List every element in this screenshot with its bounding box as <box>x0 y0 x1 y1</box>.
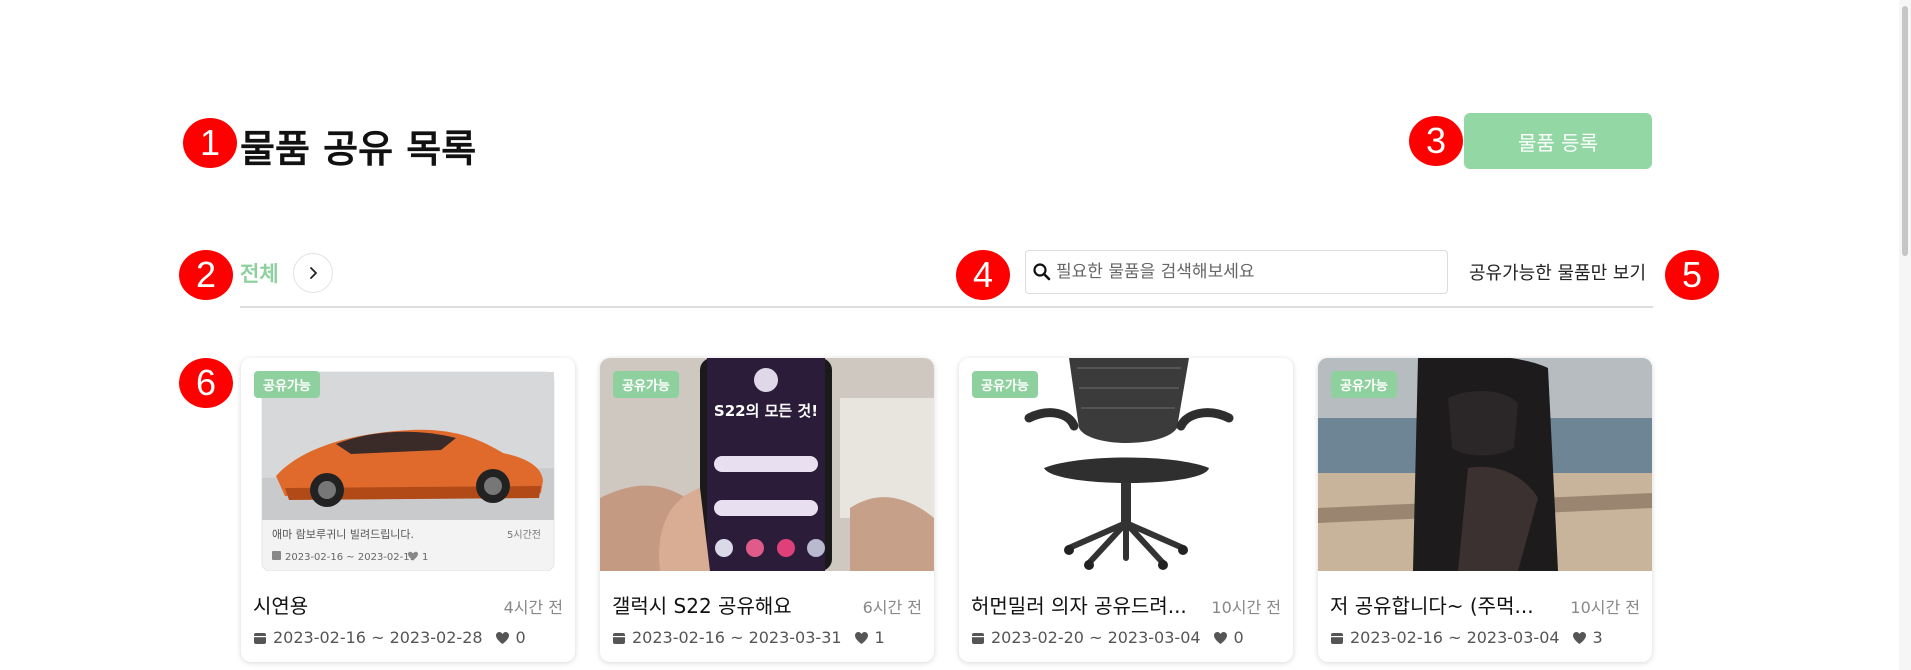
available-only-toggle[interactable]: 공유가능한 물품만 보기 <box>1469 259 1646 285</box>
item-time: 10시간 전 <box>1211 598 1281 617</box>
annotation-marker-6: 6 <box>179 358 233 408</box>
item-time: 10시간 전 <box>1570 598 1640 617</box>
item-image: 공유가능 S22의 모든 것! <box>600 358 934 571</box>
calendar-icon <box>253 631 267 645</box>
calendar-icon <box>1330 631 1344 645</box>
inner-time: 5시간전 <box>507 529 541 541</box>
annotation-marker-4: 4 <box>956 250 1010 300</box>
item-period: 2023-02-16 ~ 2023-02-28 <box>273 628 483 647</box>
item-image: 공유가능 <box>1318 358 1652 571</box>
item-title: 저 공유합니다~ (주먹... <box>1330 594 1534 618</box>
item-period: 2023-02-20 ~ 2023-03-04 <box>991 628 1201 647</box>
annotation-marker-5: 5 <box>1665 250 1719 300</box>
item-likes: 0 <box>1233 628 1244 647</box>
search-input[interactable] <box>1052 251 1447 293</box>
item-card[interactable]: 공유가능 애마 람보루귀니 빌려드립니다. 5시간전 2023-02-16 ~ … <box>241 358 575 662</box>
item-likes: 0 <box>515 628 526 647</box>
annotation-marker-1: 1 <box>183 118 237 168</box>
heart-icon <box>1572 631 1587 645</box>
inner-likes: 1 <box>422 552 428 563</box>
page-title: 물품 공유 목록 <box>240 127 477 171</box>
item-title: 시연용 <box>253 594 309 618</box>
register-item-button[interactable]: 물품 등록 <box>1464 113 1652 169</box>
filter-divider <box>240 306 1653 308</box>
heart-icon <box>1213 631 1228 645</box>
inner-period: 2023-02-16 ~ 2023-02-19 <box>285 552 416 563</box>
item-image: 공유가능 <box>959 358 1293 571</box>
item-title: 허먼밀러 의자 공유드려... <box>971 594 1187 618</box>
item-likes: 1 <box>874 628 885 647</box>
page-scrollbar[interactable] <box>1899 0 1911 670</box>
item-time: 4시간 전 <box>503 598 563 617</box>
item-image: 공유가능 애마 람보루귀니 빌려드립니다. 5시간전 2023-02-16 ~ … <box>241 358 575 571</box>
scrollbar-thumb[interactable] <box>1902 6 1908 256</box>
heart-icon <box>854 631 869 645</box>
item-card[interactable]: 공유가능 S22의 모든 것! 갤럭시 S22 공유해요 6시간 전 2023-… <box>600 358 934 662</box>
item-title: 갤럭시 S22 공유해요 <box>612 594 792 618</box>
search-box[interactable] <box>1025 250 1448 294</box>
chevron-right-icon <box>309 267 317 279</box>
calendar-icon <box>612 631 626 645</box>
inner-title: 애마 람보루귀니 빌려드립니다. <box>272 528 414 541</box>
item-likes: 3 <box>1592 628 1603 647</box>
status-badge: 공유가능 <box>1331 371 1397 398</box>
category-selector[interactable]: 전체 <box>240 253 333 293</box>
calendar-icon <box>971 631 985 645</box>
item-period: 2023-02-16 ~ 2023-03-04 <box>1350 628 1560 647</box>
category-next-button[interactable] <box>292 253 333 293</box>
heart-icon <box>495 631 510 645</box>
status-badge: 공유가능 <box>613 371 679 398</box>
annotation-marker-3: 3 <box>1409 116 1463 166</box>
category-label: 전체 <box>240 262 279 286</box>
search-icon <box>1033 263 1051 281</box>
item-card[interactable]: 공유가능 저 공유합니다~ (주먹... 10시간 전 2023-02-16 ~… <box>1318 358 1652 662</box>
item-period: 2023-02-16 ~ 2023-03-31 <box>632 628 842 647</box>
item-card[interactable]: 공유가능 허먼밀러 의자 공유드려... 10시간 전 2023-02-20 ~… <box>959 358 1293 662</box>
status-badge: 공유가능 <box>254 371 320 398</box>
status-badge: 공유가능 <box>972 371 1038 398</box>
annotation-marker-2: 2 <box>179 250 233 300</box>
inner-title: S22의 모든 것! <box>714 402 818 420</box>
item-time: 6시간 전 <box>862 598 922 617</box>
